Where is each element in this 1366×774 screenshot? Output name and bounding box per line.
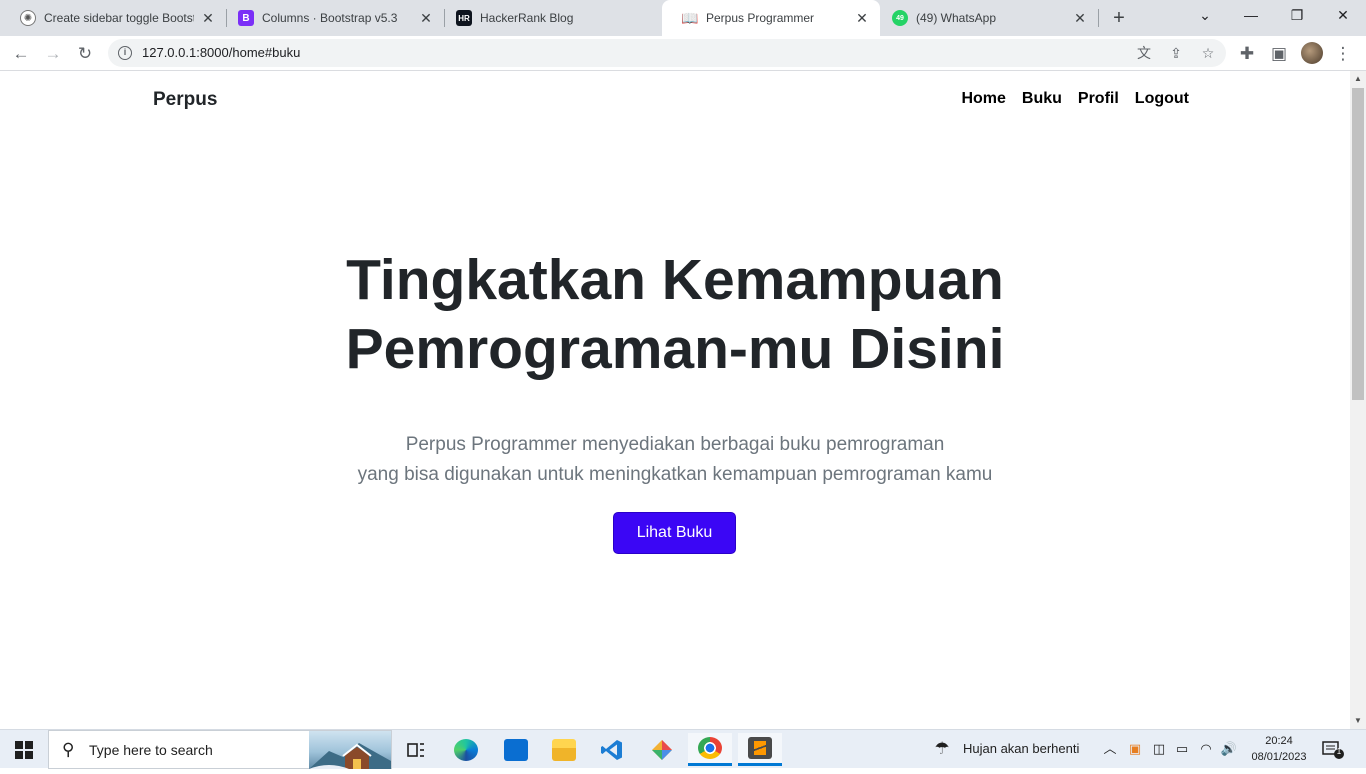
taskbar-search-placeholder: Type here to search bbox=[89, 742, 213, 758]
site-info-icon[interactable]: i bbox=[118, 46, 132, 60]
volume-icon[interactable]: 🔊 bbox=[1220, 740, 1238, 758]
address-bar[interactable]: i 127.0.0.1:8000/home#buku 文 ⇪ ☆ bbox=[108, 39, 1226, 67]
browser-toolbar: ← → ↻ i 127.0.0.1:8000/home#buku 文 ⇪ ☆ ✚… bbox=[0, 36, 1366, 71]
taskbar-sublime[interactable] bbox=[738, 733, 782, 766]
new-tab-button[interactable]: + bbox=[1108, 7, 1130, 29]
forward-button[interactable]: → bbox=[40, 41, 66, 67]
whatsapp-icon: 49 bbox=[892, 10, 908, 26]
task-view-icon bbox=[407, 742, 424, 757]
hero-title-line1: Tingkatkan Kemampuan bbox=[346, 248, 1004, 312]
scrollbar-thumb[interactable] bbox=[1352, 88, 1364, 400]
hero-title-line2: Pemrograman-mu Disini bbox=[345, 317, 1005, 381]
tab-close-icon[interactable]: ✕ bbox=[1072, 10, 1088, 26]
navbar-links: Home Buku Profil Logout bbox=[961, 90, 1189, 108]
hero-title: Tingkatkan Kemampuan Pemrograman-mu Disi… bbox=[0, 246, 1350, 384]
side-panel-icon[interactable]: ▣ bbox=[1266, 41, 1292, 67]
sublime-icon bbox=[748, 737, 772, 759]
search-icon: ⚲ bbox=[62, 740, 75, 759]
profile-avatar[interactable] bbox=[1301, 42, 1323, 64]
taskbar-chrome[interactable] bbox=[688, 733, 732, 766]
share-icon[interactable]: ⇪ bbox=[1167, 44, 1185, 62]
bookmark-star-icon[interactable]: ☆ bbox=[1199, 44, 1217, 62]
hero-subtitle-line2: yang bisa digunakan untuk meningkatkan k… bbox=[357, 464, 993, 485]
tab-hackerrank-blog[interactable]: HR HackerRank Blog bbox=[436, 0, 662, 36]
taskbar-gitkraken[interactable] bbox=[640, 733, 684, 766]
xampp-icon[interactable]: ▣ bbox=[1126, 740, 1144, 758]
browser-tabstrip: ✺ Create sidebar toggle Bootstr ✕ B Colu… bbox=[0, 0, 1366, 36]
tab-bootstrap-columns[interactable]: B Columns · Bootstrap v5.3 ✕ bbox=[218, 0, 444, 36]
windows-taskbar: ⚲ Type here to search ☂ Hujan akan berhe… bbox=[0, 729, 1366, 769]
taskbar-clock[interactable]: 20:24 08/01/2023 bbox=[1246, 733, 1312, 765]
tab-search-chevron-icon[interactable]: ⌄ bbox=[1182, 0, 1228, 30]
edge-icon bbox=[454, 738, 478, 761]
extensions-icon[interactable]: ✚ bbox=[1234, 41, 1260, 67]
notification-count: 1 bbox=[1336, 747, 1342, 756]
scroll-down-arrow-icon[interactable]: ▼ bbox=[1350, 713, 1366, 729]
taskbar-file-explorer[interactable] bbox=[542, 733, 586, 766]
chrome-icon bbox=[698, 737, 722, 759]
nav-home[interactable]: Home bbox=[961, 90, 1005, 108]
weather-text[interactable]: Hujan akan berhenti bbox=[963, 741, 1079, 756]
url-text[interactable]: 127.0.0.1:8000/home#buku bbox=[142, 45, 300, 60]
minimize-button[interactable]: — bbox=[1228, 0, 1274, 30]
whatsapp-badge: 49 bbox=[896, 14, 904, 22]
search-highlight-image bbox=[309, 731, 391, 769]
nav-buku[interactable]: Buku bbox=[1022, 90, 1062, 108]
folder-icon bbox=[552, 738, 576, 761]
taskbar-vscode[interactable] bbox=[590, 733, 634, 766]
hackerrank-icon: HR bbox=[456, 10, 472, 26]
taskbar-mail[interactable] bbox=[494, 733, 538, 766]
nav-logout[interactable]: Logout bbox=[1135, 90, 1189, 108]
tab-close-icon[interactable]: ✕ bbox=[200, 10, 216, 26]
chatgpt-icon: ✺ bbox=[20, 10, 36, 26]
scroll-up-arrow-icon[interactable]: ▲ bbox=[1350, 71, 1366, 87]
task-view-button[interactable] bbox=[394, 733, 438, 766]
tab-close-icon[interactable]: ✕ bbox=[418, 10, 434, 26]
taskbar-edge[interactable] bbox=[444, 733, 488, 766]
weather-umbrella-icon[interactable]: ☂ bbox=[933, 740, 951, 758]
windows-logo-icon bbox=[15, 740, 33, 759]
page-content: Perpus Home Buku Profil Logout Tingkatka… bbox=[0, 71, 1350, 729]
tab-close-icon[interactable]: ✕ bbox=[854, 10, 870, 26]
nav-profil[interactable]: Profil bbox=[1078, 90, 1119, 108]
navbar-brand[interactable]: Perpus bbox=[153, 89, 217, 111]
show-hidden-icons-chevron-icon[interactable]: ︿ bbox=[1101, 740, 1119, 758]
tab-separator bbox=[1098, 9, 1099, 27]
taskbar-search[interactable]: ⚲ Type here to search bbox=[48, 730, 392, 769]
restore-button[interactable]: ❐ bbox=[1274, 0, 1320, 30]
book-icon: 📖 bbox=[681, 9, 699, 26]
tab-perpus-programmer[interactable]: 📖 Perpus Programmer ✕ bbox=[662, 0, 880, 36]
wifi-icon[interactable]: ◠ bbox=[1197, 740, 1215, 758]
battery-icon[interactable]: ▭ bbox=[1173, 740, 1191, 758]
clock-time: 20:24 bbox=[1265, 735, 1293, 747]
notification-center-button[interactable]: 1 bbox=[1322, 740, 1344, 759]
git-diamond-icon bbox=[652, 739, 672, 760]
hero-subtitle: Perpus Programmer menyediakan berbagai b… bbox=[0, 430, 1350, 490]
reload-button[interactable]: ↻ bbox=[72, 41, 98, 67]
close-window-button[interactable]: ✕ bbox=[1320, 0, 1366, 30]
clock-date: 08/01/2023 bbox=[1251, 751, 1307, 763]
start-button[interactable] bbox=[0, 730, 48, 769]
menu-kebab-icon[interactable]: ⋮ bbox=[1330, 41, 1356, 67]
tab-create-sidebar[interactable]: ✺ Create sidebar toggle Bootstr ✕ bbox=[0, 0, 226, 36]
back-button[interactable]: ← bbox=[8, 41, 34, 67]
meet-now-icon[interactable]: ◫ bbox=[1150, 740, 1168, 758]
tab-whatsapp[interactable]: 49 (49) WhatsApp ✕ bbox=[872, 0, 1098, 36]
lihat-buku-button[interactable]: Lihat Buku bbox=[613, 512, 736, 554]
page-scrollbar[interactable]: ▲ ▼ bbox=[1350, 71, 1366, 729]
vscode-icon bbox=[601, 739, 622, 760]
hero-subtitle-line1: Perpus Programmer menyediakan berbagai b… bbox=[405, 434, 945, 455]
translate-icon[interactable]: 文 bbox=[1135, 44, 1153, 62]
mail-icon bbox=[504, 738, 528, 761]
bootstrap-icon: B bbox=[238, 10, 254, 26]
cabin-illustration-icon bbox=[309, 743, 391, 769]
